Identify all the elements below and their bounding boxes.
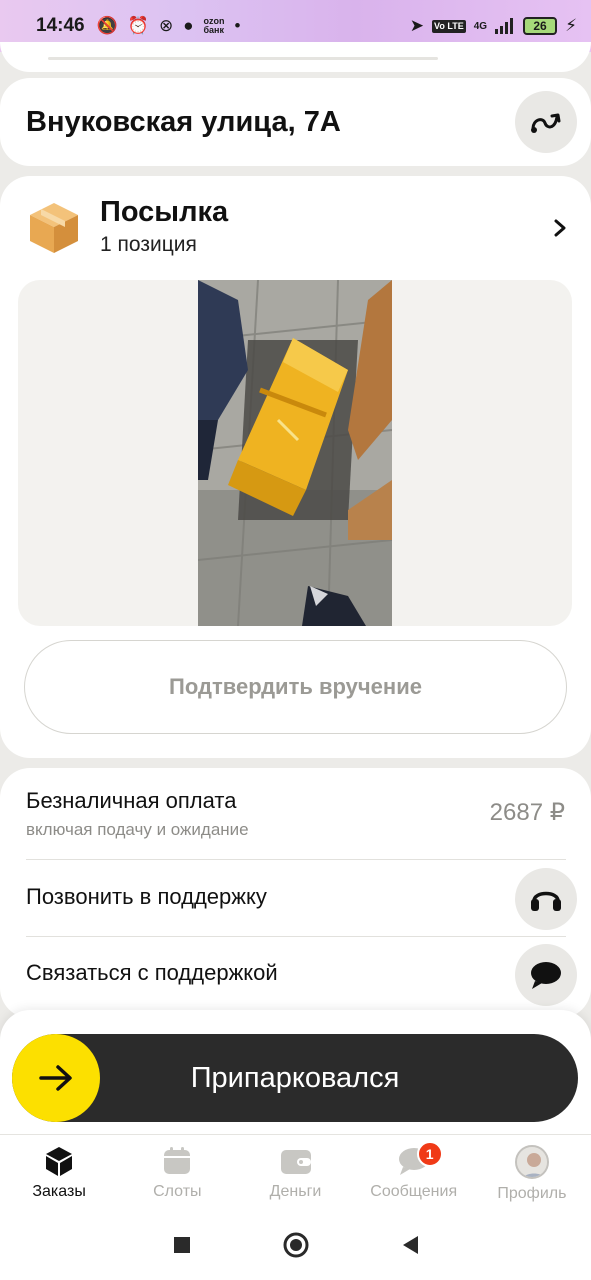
bottom-tab-bar: Заказы Слоты Деньги 1 Сообщения Профиль (0, 1134, 591, 1210)
parked-slide-button[interactable]: Припарковался (12, 1034, 578, 1122)
headset-icon (531, 891, 561, 911)
info-card: Безналичная оплата включая подачу и ожид… (0, 768, 591, 1018)
avatar (514, 1145, 549, 1179)
tab-profile-label: Профиль (497, 1185, 567, 1202)
slide-knob[interactable] (12, 1034, 100, 1122)
ozon-bank-icon: ozon банк (203, 16, 225, 35)
box-icon (46, 1147, 73, 1176)
tab-money-label: Деньги (269, 1183, 322, 1200)
parcel-header[interactable]: Посылка 1 позиция (26, 196, 228, 257)
status-icons: 🔕 ⏰ ⊗ ● ozon банк • (97, 16, 241, 36)
tab-orders-label: Заказы (32, 1183, 86, 1200)
chevron-right-icon[interactable] (553, 218, 567, 238)
box-icon (30, 202, 78, 253)
chat-bubble-icon (531, 962, 561, 989)
previous-card-edge (0, 42, 591, 72)
location-pin-icon: ● (183, 16, 194, 35)
tab-slots-label: Слоты (153, 1183, 202, 1200)
destination-address: Внуковская улица, 7А (26, 105, 341, 138)
parcel-title: Посылка (100, 196, 229, 228)
route-button[interactable] (515, 91, 577, 153)
tab-money[interactable]: Деньги (236, 1135, 354, 1210)
system-nav-bar (0, 1210, 591, 1280)
chat-support-label: Связаться с поддержкой (26, 960, 278, 985)
tab-messages[interactable]: 1 Сообщения (355, 1135, 473, 1210)
signal-icon (495, 18, 514, 34)
network-label: 4G (473, 20, 488, 32)
payment-note: включая подачу и ожидание (26, 820, 249, 839)
battery-indicator: 26 (523, 17, 558, 35)
address-card: Внуковская улица, 7А (0, 78, 591, 166)
mute-icon: 🔕 (96, 16, 118, 35)
confirm-delivery-button[interactable]: Подтвердить вручение (24, 640, 567, 734)
arrow-right-icon (39, 1065, 72, 1091)
alarm-icon: ⏰ (127, 16, 149, 35)
call-support-row[interactable]: Позвонить в поддержку (26, 884, 566, 910)
parked-label: Припарковался (190, 1061, 400, 1094)
charging-icon: ⚡ (565, 16, 577, 35)
dot-icon: • (234, 16, 241, 35)
app-notification-icon: ⊗ (158, 16, 174, 35)
divider (26, 936, 566, 937)
status-right: ➤ Vo LTE 4G 26 ⚡ (410, 16, 577, 36)
tab-orders[interactable]: Заказы (0, 1135, 118, 1210)
parcel-card: Посылка 1 позиция Подтвердить вручение (0, 176, 591, 758)
avatar-image (516, 1147, 547, 1177)
call-support-label: Позвонить в поддержку (26, 884, 267, 909)
unread-badge: 1 (416, 1141, 443, 1167)
volte-icon: Vo LTE (432, 19, 466, 33)
home-button-icon[interactable] (282, 1231, 310, 1259)
tab-profile[interactable]: Профиль (473, 1135, 591, 1210)
call-support-button[interactable] (515, 868, 577, 930)
parcel-photo[interactable] (198, 280, 392, 626)
parcel-photo-image (198, 280, 392, 626)
route-icon (531, 113, 561, 133)
parcel-item-count: 1 позиция (100, 233, 197, 256)
chat-support-button[interactable] (515, 944, 577, 1006)
wallet-icon (280, 1150, 311, 1174)
back-button-icon[interactable] (400, 1234, 420, 1256)
recents-button-icon[interactable] (172, 1235, 192, 1255)
parcel-photo-container[interactable] (18, 280, 572, 626)
status-time: 14:46 (36, 15, 85, 36)
divider (26, 859, 566, 860)
payment-method: Безналичная оплата (26, 788, 237, 813)
tab-slots[interactable]: Слоты (118, 1135, 236, 1210)
chat-support-row[interactable]: Связаться с поддержкой (26, 960, 566, 986)
order-price: 2687 ₽ (489, 799, 565, 826)
stub-divider (48, 57, 438, 60)
navigation-arrow-icon: ➤ (409, 16, 425, 35)
payment-row: Безналичная оплата включая подачу и ожид… (26, 788, 566, 840)
tab-messages-label: Сообщения (370, 1183, 458, 1200)
calendar-icon (164, 1147, 191, 1174)
